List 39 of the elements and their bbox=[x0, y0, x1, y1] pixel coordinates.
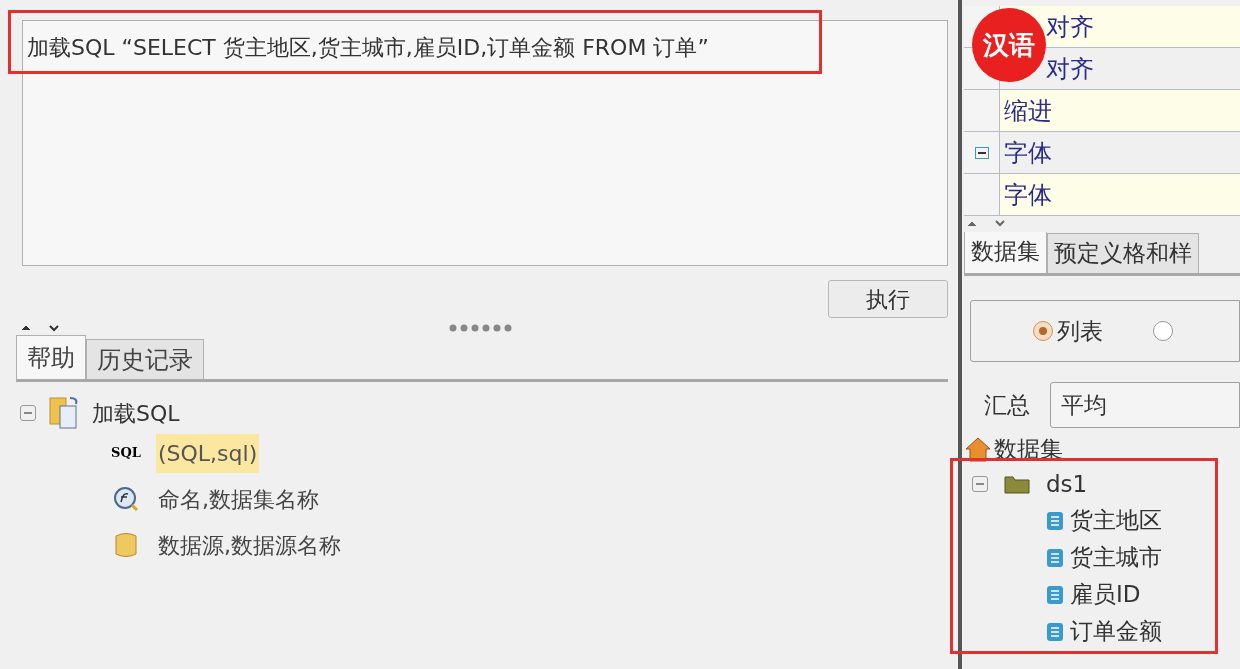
folder-icon bbox=[1004, 474, 1030, 494]
tree-item[interactable]: 命名,数据集名称 bbox=[156, 479, 321, 519]
tree-item[interactable]: 数据源,数据源名称 bbox=[156, 525, 343, 565]
document-icon bbox=[48, 396, 80, 430]
radio-button[interactable] bbox=[1153, 321, 1173, 341]
field-icon bbox=[1046, 510, 1064, 531]
tree-item[interactable]: 加载SQL bbox=[92, 396, 180, 430]
home-icon bbox=[964, 436, 992, 462]
field-icon bbox=[1046, 584, 1064, 605]
summary-dropdown[interactable]: 平均 bbox=[1050, 382, 1240, 428]
field-label: 汇总 bbox=[984, 390, 1030, 420]
tree-item[interactable]: ds1 bbox=[1046, 466, 1088, 502]
radio-label: 列表 bbox=[1057, 316, 1103, 346]
radio-button[interactable] bbox=[1033, 321, 1053, 341]
collapse-arrows-icon[interactable] bbox=[966, 218, 1006, 228]
tab[interactable]: 帮助 bbox=[16, 335, 86, 379]
property-label[interactable]: 缩进 bbox=[1004, 92, 1052, 129]
splitter-handle-icon[interactable] bbox=[448, 323, 514, 333]
property-label[interactable]: 对齐 bbox=[1046, 8, 1094, 45]
sql-editor[interactable]: 加载SQL “SELECT 货主地区,货主城市,雇员ID,订单金额 FROM 订单” bbox=[22, 20, 948, 266]
property-label[interactable]: 字体 bbox=[1004, 134, 1052, 171]
tree-item[interactable]: 货主地区 bbox=[1070, 503, 1162, 538]
collapse-arrows-icon[interactable] bbox=[20, 322, 60, 334]
tree-item[interactable]: (SQL,sql) bbox=[156, 433, 260, 473]
tab[interactable]: 数据集 bbox=[964, 232, 1047, 273]
tree-item[interactable]: 雇员ID bbox=[1070, 577, 1141, 612]
tab[interactable]: 历史记录 bbox=[86, 339, 204, 379]
collapse-icon[interactable] bbox=[974, 146, 989, 159]
magnifier-icon bbox=[113, 486, 139, 512]
tab[interactable]: 预定义格和样 bbox=[1047, 233, 1199, 273]
execute-button[interactable]: 执行 bbox=[828, 280, 948, 318]
property-label[interactable]: 对齐 bbox=[1046, 50, 1094, 87]
field-icon bbox=[1046, 621, 1064, 642]
field-icon bbox=[1046, 547, 1064, 568]
database-icon bbox=[115, 531, 137, 559]
tree-item[interactable]: 货主城市 bbox=[1070, 540, 1162, 575]
property-label[interactable]: 字体 bbox=[1004, 176, 1052, 213]
sql-icon: SQL bbox=[111, 443, 141, 463]
tree-item[interactable]: 订单金额 bbox=[1070, 614, 1162, 649]
